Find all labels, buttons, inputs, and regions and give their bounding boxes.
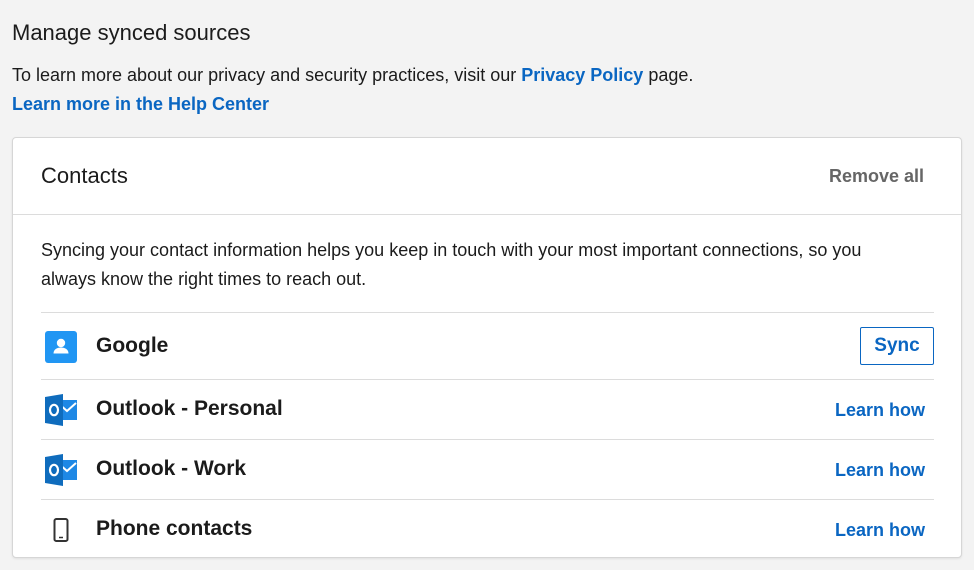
outlook-icon <box>45 454 77 486</box>
learn-how-phone-contacts-link[interactable]: Learn how <box>835 520 925 541</box>
google-contacts-icon <box>45 331 77 363</box>
source-name-phone-contacts: Phone contacts <box>96 517 253 540</box>
source-name-outlook-work: Outlook - Work <box>96 457 247 480</box>
source-row-phone-contacts: Phone contacts Learn how <box>41 499 934 557</box>
outlook-icon <box>45 394 77 426</box>
privacy-intro: To learn more about our privacy and secu… <box>12 64 693 86</box>
help-center-link[interactable]: Learn more in the Help Center <box>12 93 269 115</box>
page-title: Manage synced sources <box>12 20 251 45</box>
privacy-policy-link[interactable]: Privacy Policy <box>521 65 643 85</box>
source-name-outlook-personal: Outlook - Personal <box>96 397 283 420</box>
source-row-outlook-personal: Outlook - Personal Learn how <box>41 379 934 439</box>
source-row-google: Google Sync <box>41 312 934 379</box>
learn-how-outlook-work-link[interactable]: Learn how <box>835 460 925 481</box>
source-list: Google Sync Outlook - Personal Learn how <box>41 312 934 557</box>
contacts-card: Contacts Remove all Syncing your contact… <box>12 137 962 558</box>
sync-google-button[interactable]: Sync <box>860 327 934 365</box>
learn-how-outlook-personal-link[interactable]: Learn how <box>835 400 925 421</box>
manage-synced-sources-page: Manage synced sources To learn more abou… <box>0 0 974 570</box>
contacts-card-header: Contacts Remove all <box>13 138 961 215</box>
phone-icon <box>45 514 77 546</box>
contacts-description: Syncing your contact information helps y… <box>41 240 862 289</box>
source-name-google: Google <box>96 334 169 357</box>
intro-suffix: page. <box>643 65 694 85</box>
source-row-outlook-work: Outlook - Work Learn how <box>41 439 934 499</box>
contacts-card-title: Contacts <box>41 163 128 188</box>
remove-all-button[interactable]: Remove all <box>829 166 924 187</box>
intro-prefix: To learn more about our privacy and secu… <box>12 65 522 85</box>
